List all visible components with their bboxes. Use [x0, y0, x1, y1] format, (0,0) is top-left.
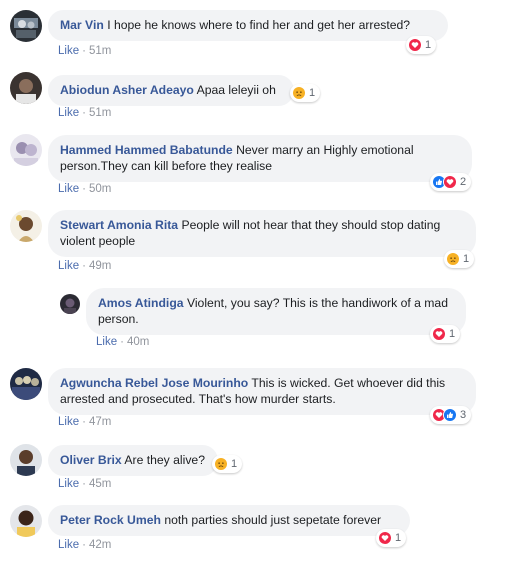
comment-bubble: Agwuncha Rebel Jose Mourinho This is wic… [48, 368, 476, 415]
avatar[interactable] [10, 444, 42, 476]
comment-author[interactable]: Abiodun Asher Adeayo [60, 83, 194, 97]
comment-meta: Like · 51m [58, 45, 112, 57]
comment-author[interactable]: Stewart Amonia Rita [60, 218, 178, 232]
comment-meta: Like · 49m [58, 260, 112, 272]
comment: Stewart Amonia Rita People will not hear… [0, 202, 513, 280]
avatar-photo [10, 72, 42, 104]
timestamp[interactable]: 51m [89, 45, 111, 57]
reaction-count: 2 [460, 176, 467, 188]
reaction-summary[interactable]: 1 [376, 529, 407, 547]
avatar-photo [10, 134, 42, 166]
reaction-count: 1 [449, 328, 456, 340]
reaction-summary[interactable]: 1 [406, 36, 437, 54]
reaction-summary[interactable]: 1 [430, 325, 461, 343]
avatar-photo [10, 505, 42, 537]
comment: Mar Vin I hope he knows where to find he… [0, 0, 513, 62]
comment-text: noth parties should just sepetate foreve… [164, 513, 382, 527]
comment-bubble: Abiodun Asher Adeayo Apaa leleyii oh [48, 75, 294, 106]
avatar-photo [60, 294, 80, 314]
comment-author[interactable]: Peter Rock Umeh [60, 513, 161, 527]
reaction-count: 1 [231, 458, 238, 470]
comment-meta: Like · 50m [58, 183, 112, 195]
like-link[interactable]: Like [58, 539, 79, 551]
comment-meta: Like · 51m [58, 107, 112, 119]
reaction-count: 1 [309, 87, 316, 99]
reaction-count: 1 [463, 253, 470, 265]
reaction-summary[interactable]: 3 [430, 406, 472, 424]
avatar[interactable] [10, 505, 42, 537]
comment-bubble: Oliver Brix Are they alive? [48, 445, 218, 476]
like-link[interactable]: Like [58, 416, 79, 428]
comment-author[interactable]: Agwuncha Rebel Jose Mourinho [60, 376, 248, 390]
comment-meta: Like · 42m [58, 539, 112, 551]
avatar[interactable] [60, 294, 80, 314]
comment-text: Apaa leleyii oh [196, 83, 276, 97]
comment-meta: Like · 45m [58, 478, 112, 490]
love-icon [408, 38, 422, 52]
comment-text: I hope he knows where to find her and ge… [107, 18, 411, 32]
reaction-count: 3 [460, 409, 467, 421]
avatar-photo [10, 10, 42, 42]
comment-bubble: Amos Atindiga Violent, you say? This is … [86, 288, 466, 335]
timestamp[interactable]: 47m [89, 416, 111, 428]
reaction-summary[interactable]: 1 [212, 455, 243, 473]
avatar-photo [10, 368, 42, 400]
love-icon [378, 531, 392, 545]
comment-bubble: Mar Vin I hope he knows where to find he… [48, 10, 448, 41]
love-icon [432, 327, 446, 341]
timestamp[interactable]: 49m [89, 260, 111, 272]
comment-text: Are they alive? [124, 453, 205, 467]
timestamp[interactable]: 51m [89, 107, 111, 119]
reaction-summary[interactable]: 1 [290, 84, 321, 102]
comment-meta: Like · 47m [58, 416, 112, 428]
sad-icon [214, 457, 228, 471]
reaction-count: 1 [395, 532, 402, 544]
reaction-summary[interactable]: 1 [444, 250, 475, 268]
comment: Agwuncha Rebel Jose Mourinho This is wic… [0, 360, 513, 436]
avatar[interactable] [10, 210, 42, 242]
comment-bubble: Peter Rock Umeh noth parties should just… [48, 505, 410, 536]
avatar[interactable] [10, 368, 42, 400]
timestamp[interactable]: 50m [89, 183, 111, 195]
timestamp[interactable]: 45m [89, 478, 111, 490]
like-link[interactable]: Like [58, 260, 79, 272]
like-link[interactable]: Like [58, 45, 79, 57]
comment: Oliver Brix Are they alive? 1 Like · 45m [0, 436, 513, 496]
like-link[interactable]: Like [96, 336, 117, 348]
avatar[interactable] [10, 134, 42, 166]
avatar-photo [10, 444, 42, 476]
comment-bubble: Hammed Hammed Babatunde Never marry an H… [48, 135, 472, 182]
comment-author[interactable]: Hammed Hammed Babatunde [60, 143, 233, 157]
avatar[interactable] [10, 72, 42, 104]
comment-meta: Like · 40m [96, 336, 150, 348]
timestamp[interactable]: 40m [127, 336, 149, 348]
comment-bubble: Stewart Amonia Rita People will not hear… [48, 210, 476, 257]
like-link[interactable]: Like [58, 107, 79, 119]
like-icon [443, 408, 457, 422]
love-icon [443, 175, 457, 189]
reply-comment: Amos Atindiga Violent, you say? This is … [0, 280, 513, 356]
reaction-count: 1 [425, 39, 432, 51]
avatar-photo [10, 210, 42, 242]
comment: Abiodun Asher Adeayo Apaa leleyii oh 1 L… [0, 62, 513, 124]
like-link[interactable]: Like [58, 183, 79, 195]
comment: Peter Rock Umeh noth parties should just… [0, 497, 513, 561]
comment: Hammed Hammed Babatunde Never marry an H… [0, 124, 513, 202]
timestamp[interactable]: 42m [89, 539, 111, 551]
sad-icon [446, 252, 460, 266]
like-link[interactable]: Like [58, 478, 79, 490]
sad-icon [292, 86, 306, 100]
reaction-summary[interactable]: 2 [430, 173, 472, 191]
comment-author[interactable]: Oliver Brix [60, 453, 122, 467]
comment-author[interactable]: Amos Atindiga [98, 296, 184, 310]
avatar[interactable] [10, 10, 42, 42]
comment-author[interactable]: Mar Vin [60, 18, 104, 32]
